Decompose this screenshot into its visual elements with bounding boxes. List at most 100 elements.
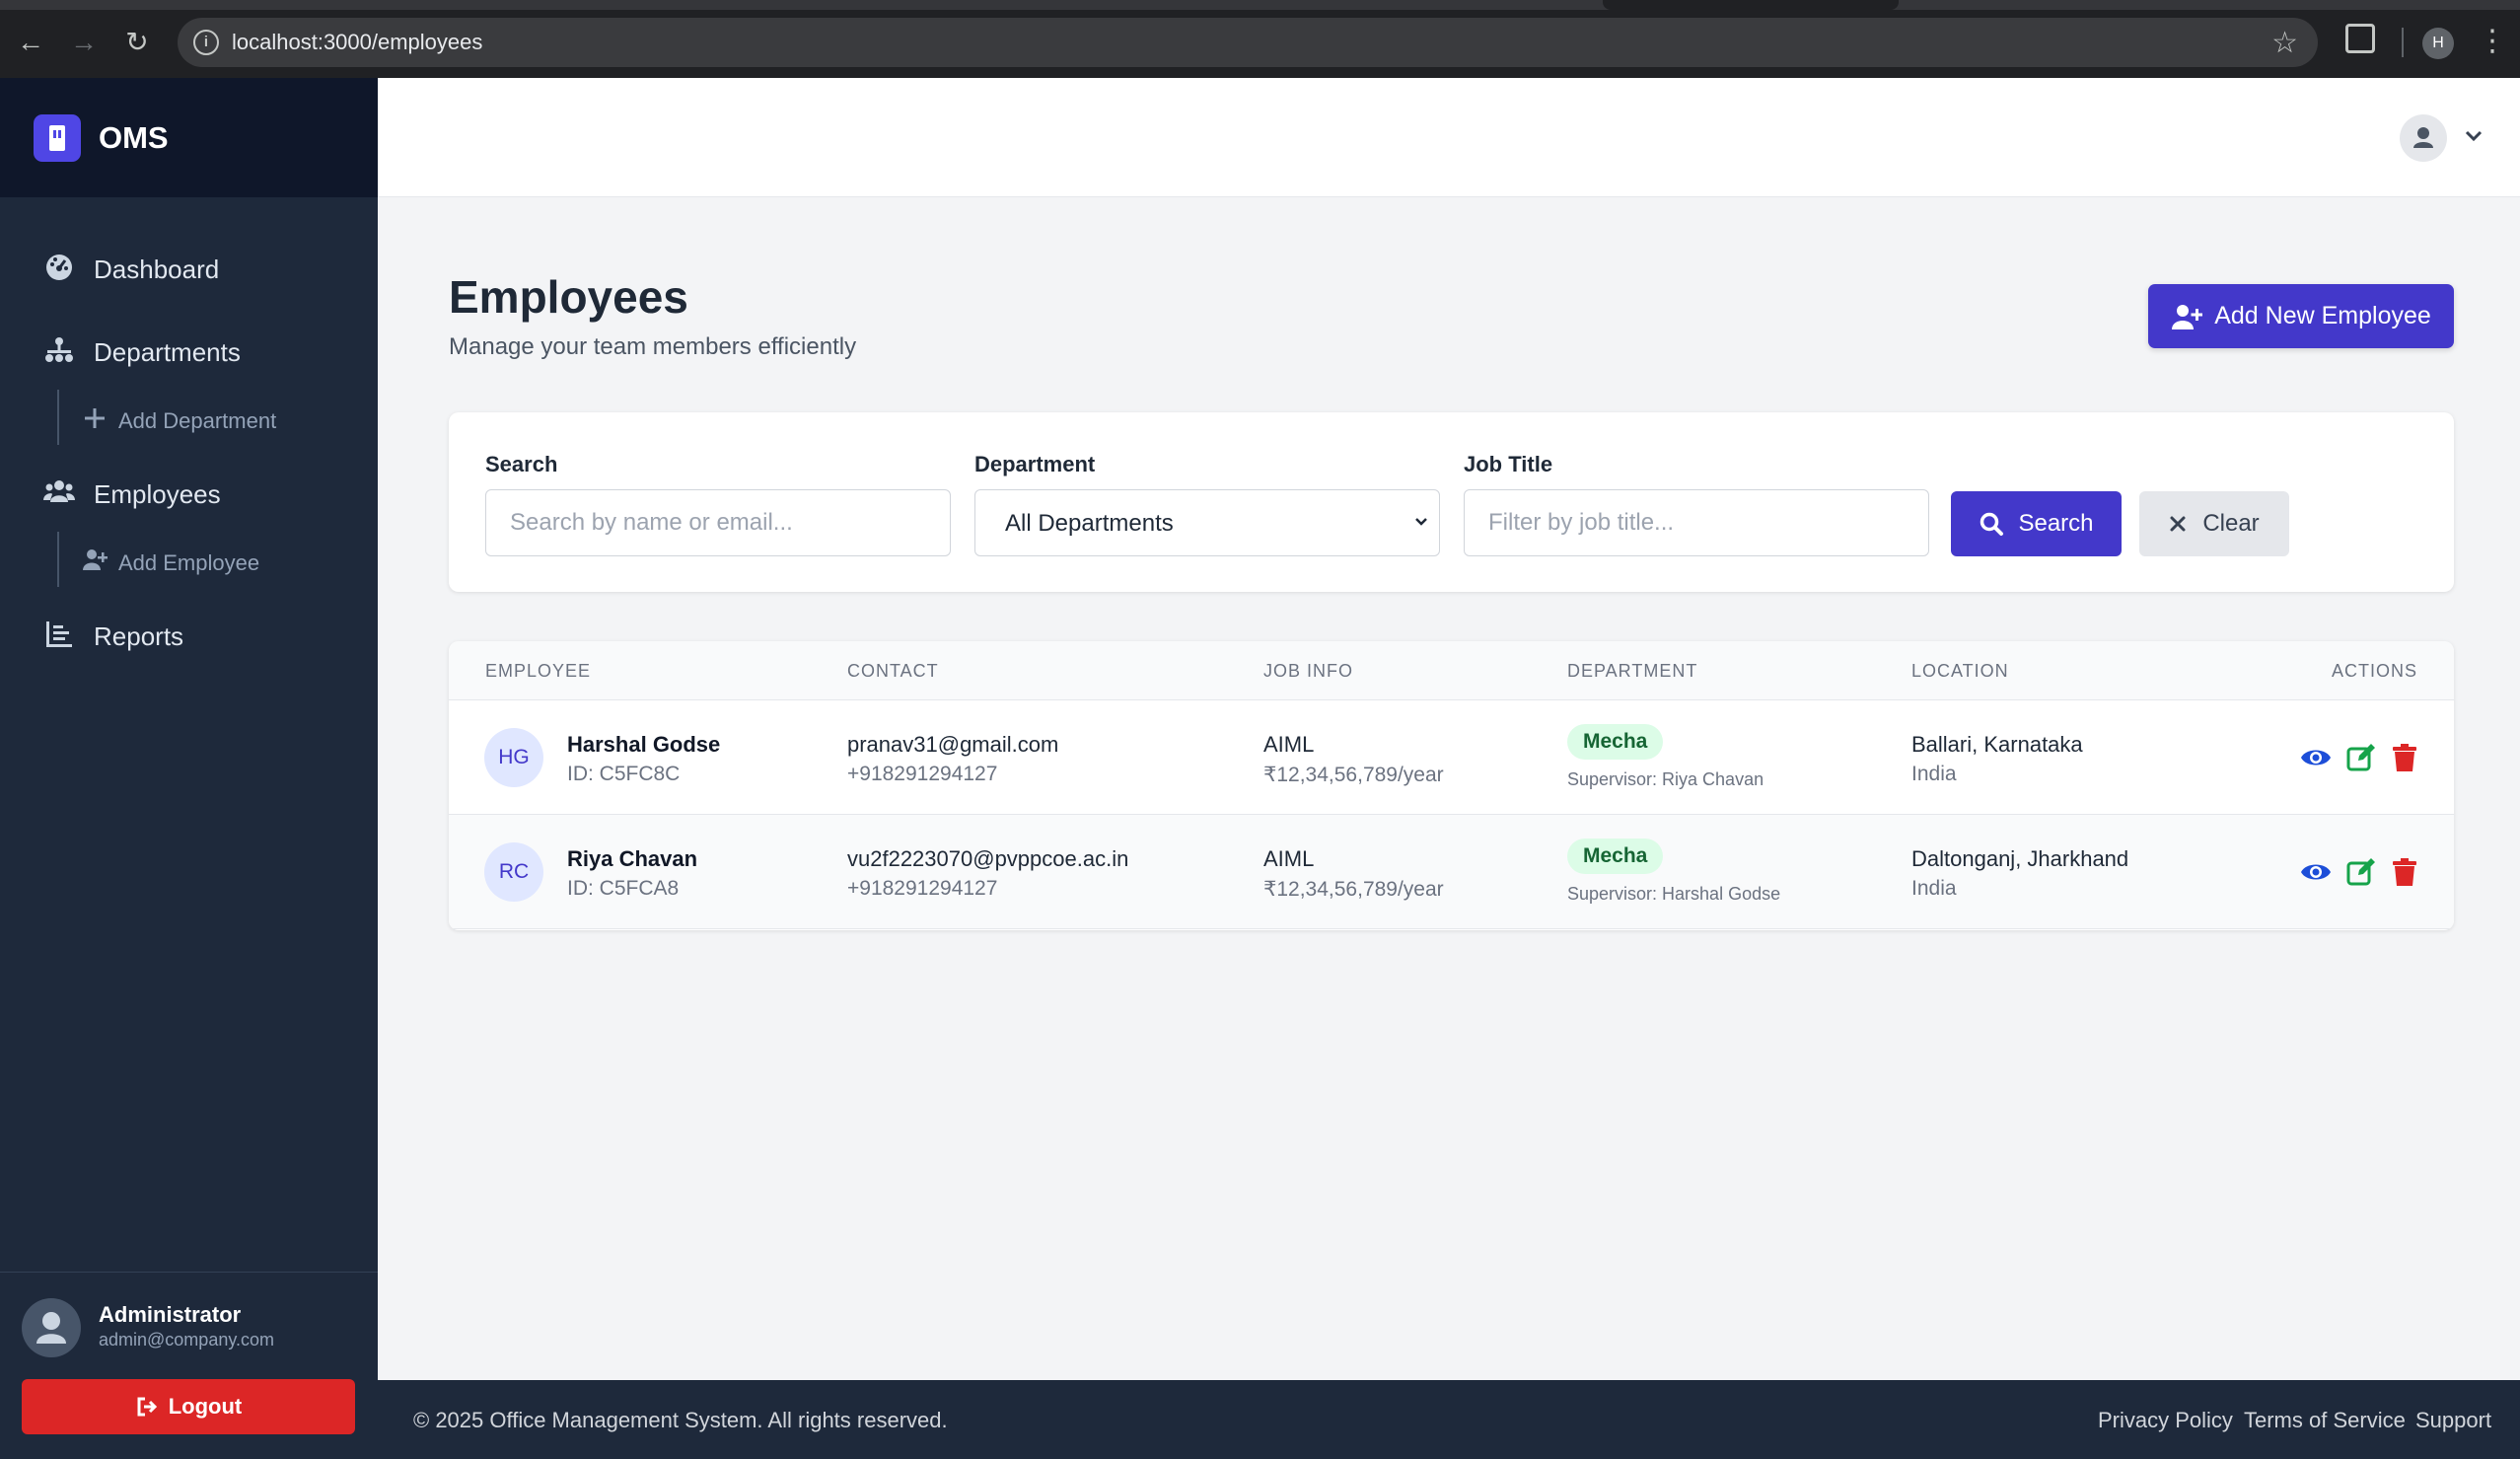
employee-salary: ₹12,34,56,789/year (1263, 764, 1444, 786)
department-select[interactable]: All Departments (974, 489, 1440, 556)
department-badge: Mecha (1567, 724, 1664, 760)
employee-country: India (1911, 877, 1957, 900)
edit-icon[interactable] (2345, 742, 2377, 773)
search-input[interactable] (485, 489, 951, 556)
search-label: Search (485, 452, 558, 476)
sidebar-item-departments[interactable]: Departments (0, 325, 378, 380)
close-icon (2169, 515, 2187, 533)
page-subtitle: Manage your team members efficiently (449, 333, 857, 360)
sidebar-item-dashboard[interactable]: Dashboard (0, 242, 378, 297)
browser-chrome: ← → ↻ i localhost:3000/employees ☆ H ⋮ (0, 0, 2520, 78)
employee-avatar: RC (484, 842, 543, 902)
reload-icon[interactable]: ↻ (120, 26, 154, 59)
logout-label: Logout (168, 1394, 243, 1419)
top-header (378, 78, 2520, 197)
sidebar-subitem-label: Add Employee (118, 550, 260, 575)
search-button-label: Search (2018, 510, 2094, 537)
column-header-location: LOCATION (1911, 661, 2009, 681)
job-title-label: Job Title (1464, 452, 1553, 476)
employee-city: Daltonganj, Jharkhand (1911, 846, 2129, 871)
sidebar-subitem-add-employee[interactable]: Add Employee (0, 539, 378, 584)
sidebar-item-employees[interactable]: Employees (0, 467, 378, 522)
column-header-actions: ACTIONS (2331, 661, 2417, 681)
view-eye-icon[interactable] (2300, 742, 2332, 773)
page-footer: © 2025 Office Management System. All rig… (378, 1380, 2520, 1459)
user-name: Administrator (99, 1302, 242, 1327)
user-plus-icon (81, 547, 108, 574)
chevron-down-icon[interactable] (2459, 121, 2488, 151)
search-button[interactable]: Search (1951, 491, 2122, 556)
department-badge: Mecha (1567, 839, 1664, 874)
back-icon[interactable]: ← (14, 26, 47, 59)
employee-city: Ballari, Karnataka (1911, 732, 2083, 757)
toolbar-divider (2402, 28, 2404, 57)
user-avatar-icon (22, 1298, 81, 1357)
employees-table: EMPLOYEE CONTACT JOB INFO DEPARTMENT LOC… (449, 641, 2454, 930)
sidebar-subitem-add-department[interactable]: Add Department (0, 397, 378, 442)
view-eye-icon[interactable] (2300, 856, 2332, 888)
footer-link-terms[interactable]: Terms of Service (2244, 1408, 2406, 1433)
users-icon (43, 476, 75, 508)
delete-trash-icon[interactable] (2389, 856, 2420, 888)
extensions-icon[interactable] (2345, 24, 2375, 53)
footer-link-privacy[interactable]: Privacy Policy (2098, 1408, 2233, 1433)
forward-icon[interactable]: → (67, 26, 101, 59)
bookmark-star-icon[interactable]: ☆ (2271, 26, 2298, 60)
department-label: Department (974, 452, 1096, 476)
logout-button[interactable]: Logout (22, 1379, 355, 1434)
table-row[interactable]: RC Riya Chavan ID: C5FCA8 vu2f2223070@pv… (449, 815, 2454, 929)
table-row[interactable]: HG Harshal Godse ID: C5FC8C pranav31@gma… (449, 700, 2454, 815)
browser-menu-icon[interactable]: ⋮ (2478, 22, 2507, 61)
employee-avatar: HG (484, 728, 543, 787)
add-new-employee-button[interactable]: Add New Employee (2148, 284, 2454, 348)
column-header-department: DEPARTMENT (1567, 661, 1698, 681)
sidebar-item-label: Reports (94, 621, 184, 651)
sidebar-item-label: Employees (94, 479, 221, 509)
footer-copyright: © 2025 Office Management System. All rig… (413, 1408, 948, 1432)
brand-name: OMS (99, 120, 169, 155)
sidebar-item-reports[interactable]: Reports (0, 609, 378, 664)
employee-salary: ₹12,34,56,789/year (1263, 878, 1444, 901)
column-header-job-info: JOB INFO (1263, 661, 1354, 681)
dashboard-gauge-icon (43, 252, 75, 283)
sign-out-icon (135, 1395, 159, 1419)
chart-bar-icon (43, 619, 75, 650)
brand-header: OMS (0, 78, 378, 197)
employee-email: vu2f2223070@pvppcoe.ac.in (847, 846, 1129, 871)
address-bar[interactable]: i localhost:3000/employees ☆ (178, 18, 2318, 67)
tab-strip (0, 0, 2520, 10)
employee-phone: +918291294127 (847, 877, 998, 900)
plus-icon (81, 404, 108, 432)
employee-job-title: AIML (1263, 732, 1315, 757)
header-user-avatar[interactable] (2400, 114, 2447, 162)
building-logo-icon (34, 114, 81, 162)
add-new-employee-label: Add New Employee (2214, 302, 2431, 329)
clear-button[interactable]: Clear (2139, 491, 2289, 556)
delete-trash-icon[interactable] (2389, 742, 2420, 773)
sitemap-icon (43, 334, 75, 366)
job-title-input[interactable] (1464, 489, 1929, 556)
clear-button-label: Clear (2202, 510, 2260, 537)
profile-avatar[interactable]: H (2422, 28, 2454, 59)
url-text: localhost:3000/employees (232, 30, 483, 54)
browser-tab[interactable] (1603, 0, 1899, 10)
footer-link-support[interactable]: Support (2415, 1408, 2491, 1433)
column-header-employee: EMPLOYEE (485, 661, 592, 681)
sidebar-subitem-label: Add Department (118, 408, 277, 433)
employee-country: India (1911, 763, 1957, 785)
sidebar-item-label: Departments (94, 337, 241, 367)
employee-email: pranav31@gmail.com (847, 732, 1059, 757)
edit-icon[interactable] (2345, 856, 2377, 888)
employee-job-title: AIML (1263, 846, 1315, 871)
employee-phone: +918291294127 (847, 763, 998, 785)
chevron-down-icon (1409, 510, 1433, 534)
site-info-icon[interactable]: i (193, 30, 219, 55)
column-header-contact: CONTACT (847, 661, 939, 681)
user-plus-icon (2171, 303, 2203, 330)
employee-name: Harshal Godse (567, 732, 721, 757)
user-email: admin@company.com (99, 1330, 275, 1350)
page-title: Employees (449, 271, 688, 323)
employee-name: Riya Chavan (567, 846, 698, 871)
employee-supervisor: Supervisor: Riya Chavan (1567, 769, 1764, 789)
sidebar: OMS Dashboard Departments Add Department… (0, 78, 378, 1459)
